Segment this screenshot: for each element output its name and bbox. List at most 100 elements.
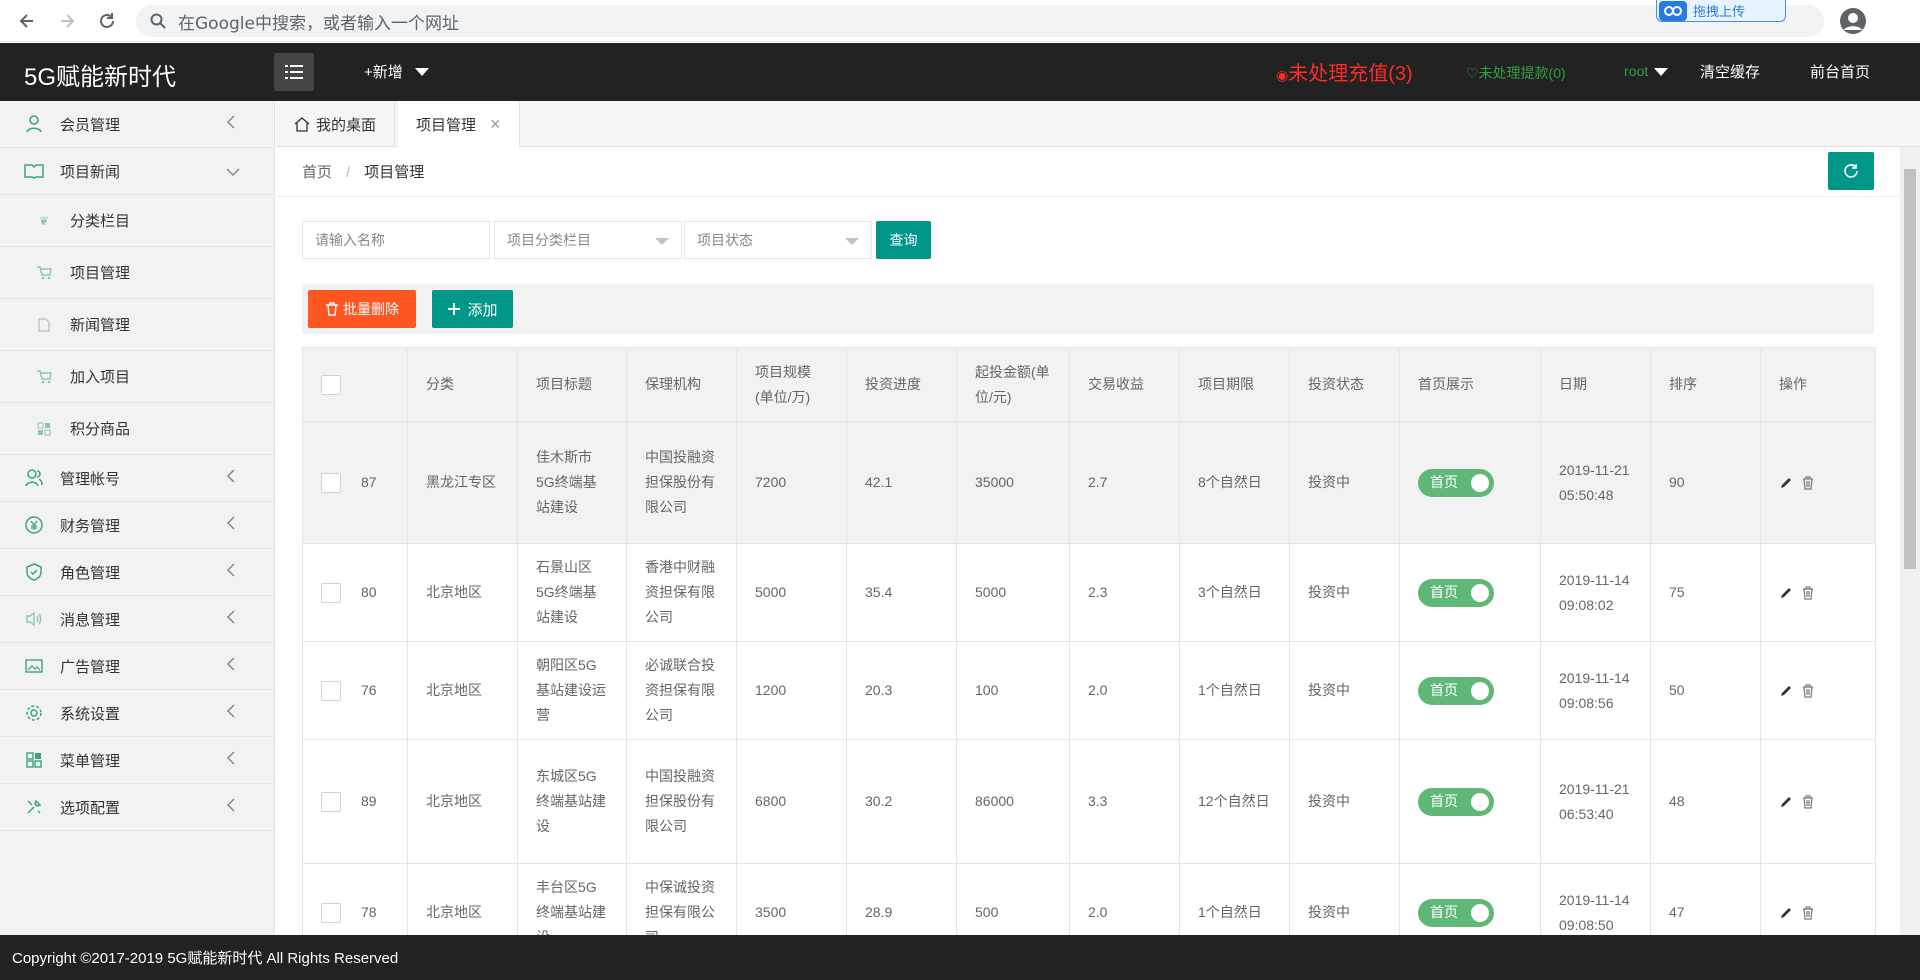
row-checkbox[interactable] [321,792,341,813]
reload-icon[interactable] [94,8,120,34]
cell-agency: 中国投融资担保股份有限公司 [626,739,737,864]
status-select[interactable]: 项目状态 [684,221,872,259]
trash-icon[interactable] [1801,475,1815,490]
breadcrumb-home[interactable]: 首页 [302,164,332,181]
sidebar-sub-join-project[interactable]: 加入项目 [0,351,274,403]
close-icon[interactable]: × [490,114,501,135]
profile-icon[interactable] [1838,6,1868,36]
chevron-left-icon [226,610,236,628]
pending-withdraw-link[interactable]: ♡未处理提款(0) [1466,63,1566,83]
home-show-toggle[interactable]: 首页 [1418,468,1494,497]
back-icon[interactable] [14,8,40,34]
page-scrollbar[interactable] [1900,147,1920,935]
trash-icon[interactable] [1801,905,1815,920]
cell-min-invest: 5000 [956,543,1070,642]
sidebar-item-ads[interactable]: 广告管理 [0,643,274,690]
sidebar-item-project-news[interactable]: 项目新闻 [0,148,274,195]
edit-icon[interactable] [1779,684,1793,698]
row-checkbox[interactable] [321,473,341,494]
trash-icon[interactable] [1801,794,1815,809]
category-select[interactable]: 项目分类栏目 [494,221,682,259]
forward-icon[interactable] [54,8,80,34]
home-show-toggle[interactable]: 首页 [1418,578,1494,607]
user-group-icon [24,468,44,488]
cell-actions [1760,863,1876,935]
tab-label: 我的桌面 [316,116,377,134]
sidebar-sub-project-management[interactable]: 项目管理 [0,247,274,299]
sidebar-item-messages[interactable]: 消息管理 [0,596,274,643]
toggle-knob [1471,583,1489,602]
select-all-checkbox[interactable] [321,375,341,396]
cell-date: 2019-11-21 06:53:40 [1540,739,1651,864]
add-new-dropdown[interactable]: +新增 [364,61,429,82]
add-button[interactable]: 添加 [432,290,513,328]
edit-icon[interactable] [1779,476,1793,490]
sidebar-sub-news-management[interactable]: 新闻管理 [0,299,274,351]
caret-down-icon [414,67,429,76]
cell-title: 东城区5G终端基站建设 [517,739,627,864]
user-menu[interactable]: root [1624,63,1669,79]
refresh-button[interactable] [1828,152,1874,190]
cell-sort: 50 [1650,641,1761,740]
sidebar-sub-label: 积分商品 [70,421,131,438]
extension-label: 拖拽上传 [1693,4,1746,19]
scrollbar-thumb[interactable] [1904,169,1916,569]
row-id: 89 [361,793,377,809]
row-checkbox[interactable] [321,903,341,924]
edit-icon[interactable] [1779,586,1793,600]
address-placeholder: 在Google中搜索，或者输入一个网址 [178,13,459,34]
tab-project-management[interactable]: 项目管理 × [398,101,520,147]
cell-date: 2019-11-14 09:08:02 [1540,543,1651,642]
name-search-input[interactable] [302,221,490,259]
sidebar-item-finance[interactable]: 财务管理 [0,502,274,549]
trash-icon[interactable] [1801,683,1815,698]
home-show-toggle[interactable]: 首页 [1418,787,1494,816]
sidebar-item-menus[interactable]: 菜单管理 [0,737,274,784]
menu-toggle-button[interactable] [274,53,314,91]
sidebar-item-admin-accounts[interactable]: 管理帐号 [0,455,274,502]
sidebar-sub-points-goods[interactable]: 积分商品 [0,403,274,455]
cell-date: 2019-11-14 09:08:50 [1540,863,1651,935]
chevron-left-icon [226,516,236,534]
sidebar-item-roles[interactable]: 角色管理 [0,549,274,596]
clear-cache-link[interactable]: 清空缓存 [1700,61,1760,82]
cell-progress: 35.4 [846,543,957,642]
edit-icon[interactable] [1779,906,1793,920]
address-bar[interactable]: 在Google中搜索，或者输入一个网址 [136,5,1824,37]
pending-recharge-link[interactable]: ◉未处理充值(3) [1276,57,1413,86]
sidebar-item-members[interactable]: 会员管理 [0,101,274,148]
status-select-value: 项目状态 [697,232,753,248]
cell-category: 黑龙江专区 [407,421,518,544]
column-header: 操作 [1760,347,1876,422]
row-checkbox[interactable] [321,681,341,702]
front-home-link[interactable]: 前台首页 [1810,61,1870,82]
cell-scale: 7200 [736,421,847,544]
chevron-down-icon [226,164,240,181]
cell-term: 8个自然日 [1179,421,1290,544]
cell-sort: 48 [1650,739,1761,864]
divider [276,196,1900,197]
sidebar-item-label: 选项配置 [60,799,121,817]
book-icon [24,161,44,181]
sidebar-item-label: 系统设置 [60,705,121,723]
home-show-toggle[interactable]: 首页 [1418,676,1494,705]
table-row: 89 北京地区 东城区5G终端基站建设 中国投融资担保股份有限公司 6800 30.2 86… [302,739,1876,864]
row-checkbox[interactable] [321,583,341,604]
query-button[interactable]: 查询 [876,221,931,259]
column-header: 首页展示 [1399,347,1541,422]
sidebar-item-system-settings[interactable]: 系统设置 [0,690,274,737]
trash-icon[interactable] [1801,585,1815,600]
edit-icon[interactable] [1779,795,1793,809]
sidebar-sub-category[interactable]: ❦ 分类栏目 [0,195,274,247]
cell-date: 2019-11-21 05:50:48 [1540,421,1651,544]
cell-scale: 3500 [736,863,847,935]
shield-icon [24,562,44,582]
home-show-toggle[interactable]: 首页 [1418,898,1494,927]
user-name: root [1624,63,1649,79]
cell-min-invest: 86000 [956,739,1070,864]
batch-delete-button[interactable]: 批量删除 [308,290,416,328]
column-header: 投资状态 [1289,347,1400,422]
sidebar-item-options[interactable]: 选项配置 [0,784,274,831]
upload-extension[interactable]: 拖拽上传 [1656,0,1786,22]
tab-my-desktop[interactable]: 我的桌面 [276,101,396,147]
